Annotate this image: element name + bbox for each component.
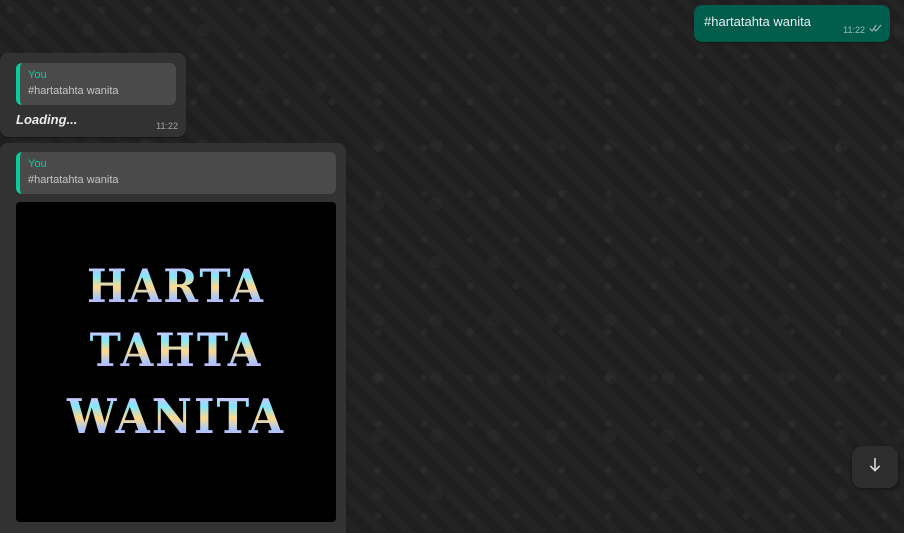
message-text: #hartatahta wanita: [704, 14, 811, 29]
image-text-line: TAHTA: [16, 328, 336, 373]
arrow-down-icon: [866, 456, 884, 479]
message-image[interactable]: HARTA TAHTA WANITA: [16, 202, 336, 522]
outgoing-message[interactable]: #hartatahta wanita 11:22: [694, 5, 890, 42]
quoted-text: #hartatahta wanita: [28, 174, 119, 186]
message-meta: 11:22: [843, 24, 882, 35]
quoted-author: You: [28, 158, 47, 170]
incoming-image-message[interactable]: You #hartatahta wanita HARTA TAHTA WANIT…: [0, 143, 346, 533]
loading-text: Loading...: [16, 112, 78, 127]
incoming-message[interactable]: You #hartatahta wanita Loading... 11:22: [0, 53, 186, 137]
scroll-down-button[interactable]: [852, 446, 898, 488]
quoted-message[interactable]: You #hartatahta wanita: [16, 152, 336, 194]
image-text-line: WANITA: [16, 394, 336, 442]
double-check-icon: [869, 24, 882, 35]
quoted-text: #hartatahta wanita: [28, 85, 119, 97]
message-time: 11:22: [156, 121, 178, 131]
image-text-line: HARTA: [16, 264, 336, 309]
quoted-message[interactable]: You #hartatahta wanita: [16, 63, 176, 105]
message-time: 11:22: [843, 24, 865, 35]
quoted-author: You: [28, 69, 47, 81]
